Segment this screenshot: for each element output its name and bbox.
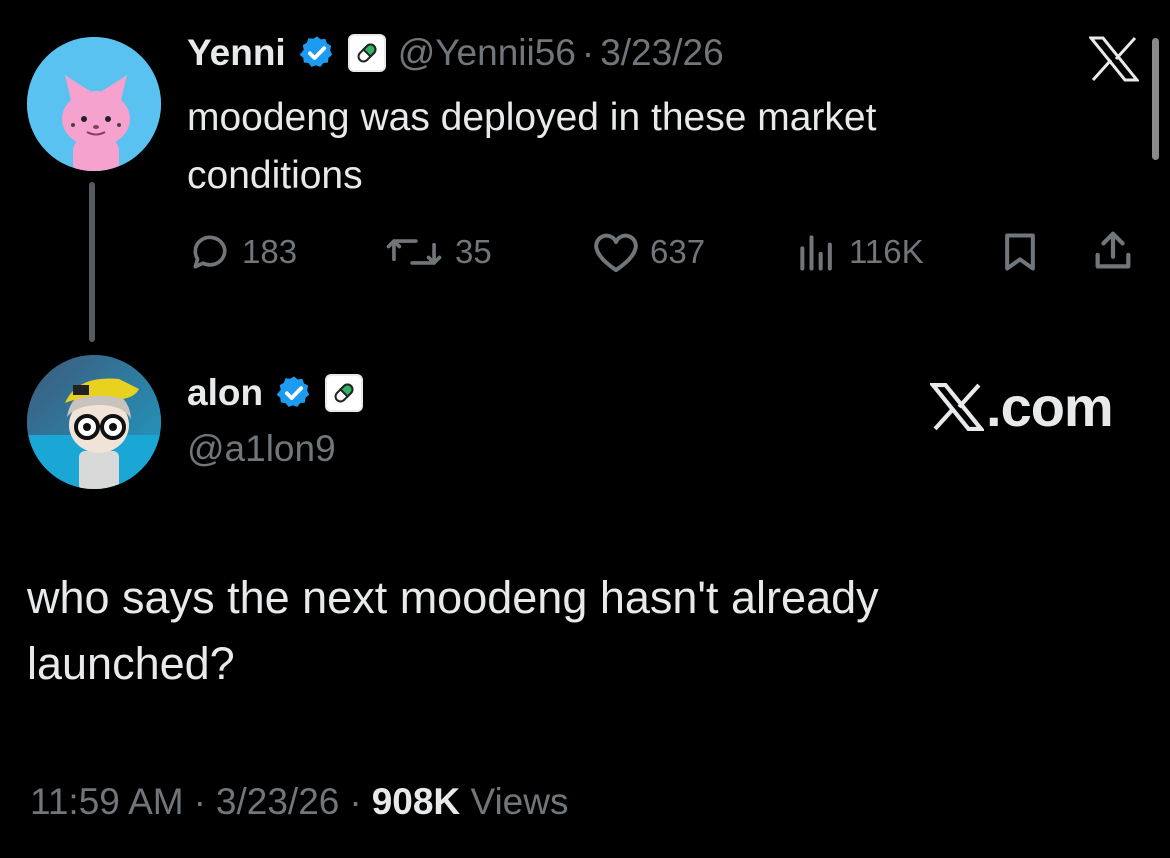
reply-icon xyxy=(193,235,227,269)
main-tweet-header: alon xyxy=(187,372,364,414)
reply-count: 183 xyxy=(242,233,298,270)
avatar-alon[interactable] xyxy=(27,355,161,489)
handle[interactable]: @a1lon9 xyxy=(187,428,336,470)
source-label-text: com xyxy=(1000,375,1114,438)
views-label: Views xyxy=(470,781,569,822)
reply-button[interactable]: 183 xyxy=(188,230,297,274)
thread-connector-line xyxy=(89,182,95,342)
main-tweet-text-line2: launched? xyxy=(27,638,235,689)
views-icon xyxy=(800,235,832,271)
like-button[interactable]: 637 xyxy=(592,230,705,274)
x-logo-icon[interactable] xyxy=(1089,36,1139,82)
x-logo-icon xyxy=(930,382,984,431)
quoted-tweet-text-line1: moodeng was deployed in these market xyxy=(187,96,877,139)
pill-icon xyxy=(347,34,386,72)
character-avatar-icon xyxy=(27,355,161,489)
tweet-date[interactable]: 3/23/26 xyxy=(216,781,339,823)
verified-badge-icon[interactable] xyxy=(298,34,336,72)
repost-button[interactable]: 35 xyxy=(383,230,492,274)
pink-cat-avatar-icon xyxy=(27,37,161,171)
like-icon xyxy=(594,233,638,272)
separator-dot: · xyxy=(193,781,206,822)
main-tweet-text-line1: who says the next moodeng hasn't already xyxy=(27,572,879,623)
separator-dot: · xyxy=(581,32,595,73)
like-count: 637 xyxy=(650,233,706,270)
bookmark-icon[interactable] xyxy=(998,230,1042,274)
views-count: 908K xyxy=(371,781,461,822)
author-name[interactable]: Yenni xyxy=(187,32,286,74)
pill-icon xyxy=(325,374,364,412)
x-com-source-label: . com xyxy=(930,374,1114,439)
scrollbar[interactable] xyxy=(1152,38,1159,160)
tweet-time[interactable]: 11:59 AM xyxy=(30,781,184,823)
main-tweet-text: who says the next moodeng hasn't already… xyxy=(27,565,879,697)
separator-dot: · xyxy=(349,781,362,822)
share-icon[interactable] xyxy=(1090,228,1136,274)
repost-icon xyxy=(386,239,442,265)
quoted-tweet-header: Yenni @Yennii56 · 3/23/26 xyxy=(187,32,724,74)
views-count: 116K xyxy=(849,233,924,270)
author-name[interactable]: alon xyxy=(187,372,263,414)
avatar-yenni[interactable] xyxy=(27,37,161,171)
tweet-date[interactable]: 3/23/26 xyxy=(600,32,723,74)
handle[interactable]: @Yennii56 xyxy=(398,32,576,74)
repost-count: 35 xyxy=(455,233,492,270)
quoted-tweet-text: moodeng was deployed in these market con… xyxy=(187,89,876,205)
quoted-tweet-text-line2: conditions xyxy=(187,154,363,197)
views-button[interactable]: 116K xyxy=(795,230,924,274)
tweet-footer: 11:59 AM · 3/23/26 · 908K Views xyxy=(30,781,568,823)
verified-badge-icon[interactable] xyxy=(275,374,313,412)
